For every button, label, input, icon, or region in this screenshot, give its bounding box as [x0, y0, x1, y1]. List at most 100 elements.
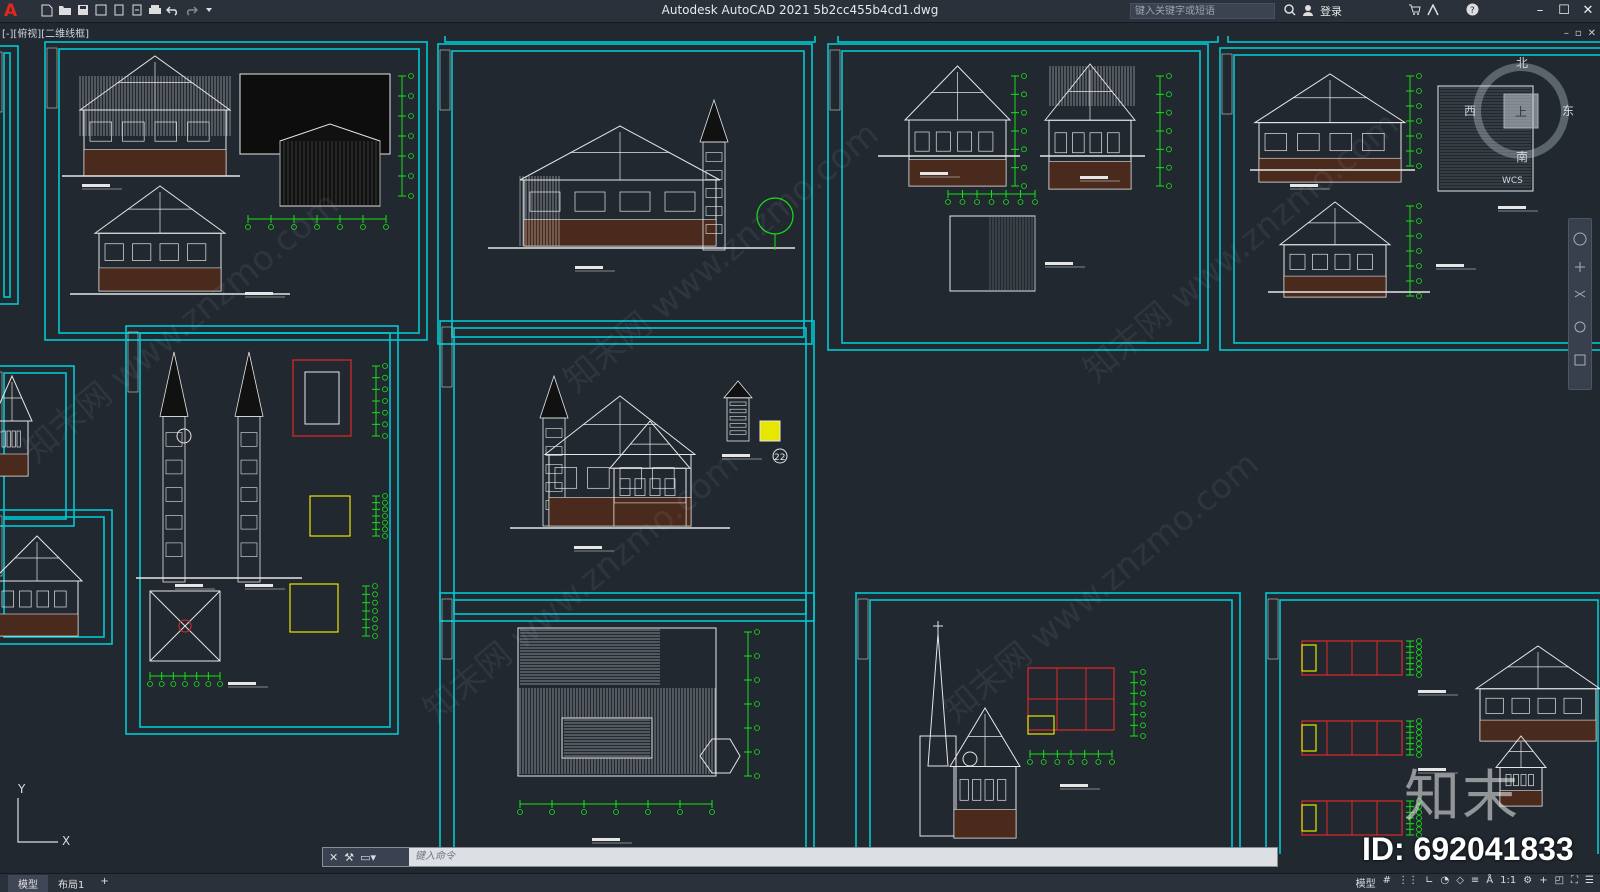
tab-model[interactable]: 模型 — [8, 875, 48, 892]
vertical-dimension — [1406, 73, 1422, 169]
help-icon[interactable]: ? — [1466, 3, 1479, 19]
save-web-icon[interactable] — [130, 3, 144, 17]
new-file-icon[interactable] — [40, 3, 54, 17]
polar-icon[interactable]: ◔ — [1440, 875, 1449, 890]
title-strip — [1221, 53, 1233, 115]
add-layout-icon[interactable]: + — [94, 875, 114, 892]
viewcube-north[interactable]: 北 — [1516, 54, 1528, 71]
lodge-elevation — [93, 185, 227, 292]
tower-plan-inner — [304, 371, 340, 425]
user-icon[interactable] — [1302, 4, 1314, 19]
church-spire — [927, 633, 949, 767]
view-title — [574, 546, 602, 549]
undo-icon[interactable] — [166, 3, 180, 17]
wcs-menu[interactable]: WCS — [1502, 176, 1523, 186]
elevation-a — [903, 65, 1012, 187]
svg-text:?: ? — [1470, 6, 1475, 16]
workspace-gear-icon[interactable]: ⚙ — [1523, 875, 1532, 890]
brand-id: ID: 692041833 — [1362, 831, 1574, 867]
vertical-dimension — [1406, 638, 1422, 678]
annotation-scale[interactable]: 1:1 — [1500, 875, 1516, 890]
command-line-icons: ✕ ⚒ ▭▾ — [323, 848, 409, 866]
redo-icon[interactable] — [184, 3, 198, 17]
lineweight-icon[interactable]: ≡ — [1471, 875, 1479, 890]
highlighted-detail — [759, 420, 781, 442]
title-strip — [857, 598, 869, 660]
horizontal-dimension — [517, 800, 715, 815]
customize-dropdown-icon[interactable] — [202, 3, 216, 17]
command-input[interactable]: 键入命令 — [409, 849, 1277, 865]
side-elevation — [279, 123, 381, 207]
vertical-dimension — [1130, 669, 1146, 739]
viewcube-top[interactable]: 上 — [1515, 103, 1527, 120]
model-space-canvas[interactable]: 22 — [0, 36, 1600, 854]
view-title — [1060, 784, 1088, 787]
sheet-outer-frame — [1227, 36, 1600, 43]
viewcube-west[interactable]: 西 — [1464, 102, 1476, 119]
snap-icon[interactable]: ⋮⋮ — [1398, 875, 1418, 890]
vertical-dimension — [1011, 73, 1027, 189]
window-controls: – ☐ ✕ — [1528, 0, 1600, 22]
view-title — [245, 292, 273, 295]
cottage-side — [1278, 201, 1392, 298]
navigation-bar[interactable] — [1568, 218, 1592, 390]
annotation-icon[interactable]: Å — [1486, 875, 1493, 890]
title-strip — [0, 51, 3, 113]
search-icon[interactable] — [1284, 3, 1296, 19]
save-icon[interactable] — [76, 3, 90, 17]
ucs-y-label: Y — [18, 782, 26, 796]
sheet-inner-frame — [3, 372, 67, 520]
cart-icon[interactable] — [1408, 4, 1421, 19]
view-title — [1045, 262, 1073, 265]
roof-plan-hatch — [520, 629, 660, 685]
tab-layout1[interactable]: 布局1 — [48, 875, 94, 892]
search-input[interactable]: 键入关键字或短语 — [1130, 3, 1275, 19]
grid-icon[interactable]: # — [1383, 875, 1391, 890]
customize-icon[interactable]: ⚒ — [344, 851, 354, 864]
save-as-icon[interactable] — [94, 3, 108, 17]
autocad-logo-icon[interactable]: A — [4, 1, 22, 21]
clock-tower — [159, 351, 189, 583]
ortho-icon[interactable]: ∟ — [1425, 875, 1433, 890]
viewcube-south[interactable]: 南 — [1516, 148, 1528, 165]
autodesk-app-icon[interactable] — [1427, 2, 1440, 19]
signin-link[interactable]: 登录 — [1320, 3, 1342, 19]
section-drawing — [949, 215, 1036, 292]
cottage-elevation — [1253, 73, 1407, 183]
fullscreen-icon[interactable]: ⛶ — [1571, 875, 1578, 890]
stair — [1027, 715, 1055, 735]
rose-window — [962, 751, 978, 767]
view-title — [592, 838, 620, 841]
sheet-outer-frame — [444, 36, 816, 43]
plus-icon[interactable]: + — [1539, 875, 1547, 890]
minimize-icon[interactable]: – — [1528, 0, 1552, 22]
recent-commands-icon[interactable]: ▭▾ — [360, 851, 376, 864]
sheet-outer-frame — [855, 592, 1241, 854]
horizontal-dimension — [147, 672, 223, 687]
stair — [1301, 804, 1317, 832]
building-elevations: 22 — [0, 55, 1600, 844]
close-command-icon[interactable]: ✕ — [329, 851, 338, 864]
title-strip — [441, 598, 453, 660]
clock-face — [176, 428, 192, 444]
open-web-icon[interactable] — [112, 3, 126, 17]
tower-plan — [309, 495, 351, 537]
vertical-dimension — [1156, 73, 1172, 189]
customization-menu-icon[interactable]: ☰ — [1585, 875, 1594, 890]
osnap-icon[interactable]: ◇ — [1456, 875, 1464, 890]
maximize-icon[interactable]: ☐ — [1552, 0, 1576, 22]
model-space-toggle[interactable]: 模型 — [1356, 875, 1376, 890]
title-bar: A Autodesk AutoCAD 2021 5b2cc455b4cd1.dw… — [0, 0, 1600, 23]
church-nave — [949, 707, 1021, 839]
view-title — [575, 266, 603, 269]
isolate-icon[interactable]: ◰ — [1555, 875, 1564, 890]
close-icon[interactable]: ✕ — [1576, 0, 1600, 22]
sheet-inner-frame — [869, 599, 1233, 854]
vertical-dimension — [362, 583, 378, 639]
drawing-svg: 22 — [0, 36, 1600, 854]
plot-icon[interactable] — [148, 3, 162, 17]
open-folder-icon[interactable] — [58, 3, 72, 17]
title-strip — [829, 49, 841, 111]
viewcube[interactable]: 北 南 东 西 上 WCS — [1464, 54, 1576, 186]
viewcube-east[interactable]: 东 — [1562, 102, 1574, 119]
